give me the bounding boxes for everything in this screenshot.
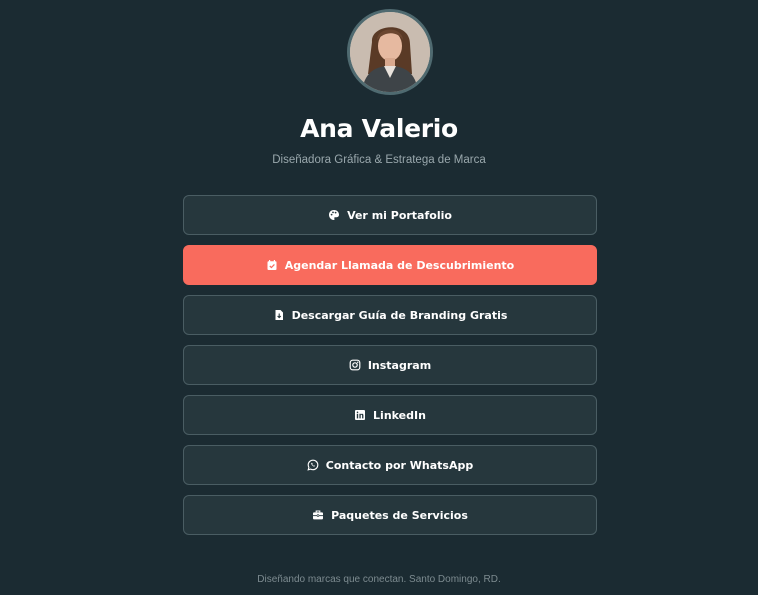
avatar (347, 9, 433, 95)
palette-icon (328, 209, 340, 221)
profile-subtitle: Diseñadora Gráfica & Estratega de Marca (272, 154, 486, 166)
calendar-check-icon (266, 259, 278, 271)
download-guide-label: Descargar Guía de Branding Gratis (291, 308, 508, 322)
schedule-call-button[interactable]: Agendar Llamada de Descubrimiento (183, 245, 597, 285)
profile-photo (350, 12, 430, 92)
service-packages-button[interactable]: Paquetes de Servicios (183, 495, 597, 535)
profile-name: Ana Valerio (300, 114, 458, 143)
instagram-label: Instagram (367, 358, 432, 372)
whatsapp-icon (307, 459, 319, 471)
briefcase-icon (312, 509, 324, 521)
linkedin-label: LinkedIn (373, 408, 426, 422)
portfolio-label: Ver mi Portafolio (347, 208, 452, 222)
instagram-button[interactable]: Instagram (183, 345, 597, 385)
linkedin-icon (354, 409, 366, 421)
whatsapp-label: Contacto por WhatsApp (325, 458, 474, 472)
file-download-icon (273, 309, 285, 321)
service-packages-label: Paquetes de Servicios (331, 508, 468, 522)
schedule-call-label: Agendar Llamada de Descubrimiento (284, 258, 515, 272)
portfolio-button[interactable]: Ver mi Portafolio (183, 195, 597, 235)
link-list: Ver mi Portafolio Agendar Llamada de Des… (183, 195, 597, 545)
linkedin-button[interactable]: LinkedIn (183, 395, 597, 435)
link-in-bio-page: Ana Valerio Diseñadora Gráfica & Estrate… (0, 0, 758, 595)
instagram-icon (349, 359, 361, 371)
footer-text: Diseñando marcas que conectan. Santo Dom… (257, 574, 501, 585)
whatsapp-button[interactable]: Contacto por WhatsApp (183, 445, 597, 485)
download-guide-button[interactable]: Descargar Guía de Branding Gratis (183, 295, 597, 335)
